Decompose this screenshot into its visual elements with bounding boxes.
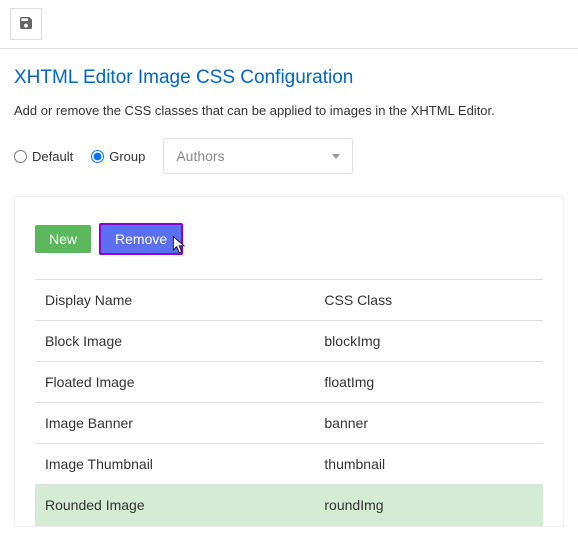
radio-group-input[interactable] — [91, 150, 104, 163]
cell-css-class: banner — [314, 403, 543, 444]
radio-group-label: Group — [109, 149, 145, 164]
cell-display-name: Rounded Image — [35, 485, 314, 526]
table-row[interactable]: Image Thumbnailthumbnail — [35, 444, 543, 485]
new-button[interactable]: New — [35, 225, 91, 253]
cell-display-name: Floated Image — [35, 362, 314, 403]
cell-css-class: roundImg — [314, 485, 543, 526]
table-row[interactable]: Floated ImagefloatImg — [35, 362, 543, 403]
radio-default-input[interactable] — [14, 150, 27, 163]
group-select-value: Authors — [176, 148, 224, 164]
toolbar — [0, 0, 578, 49]
remove-button[interactable]: Remove — [99, 223, 183, 255]
table-header-row: Display Name CSS Class — [35, 280, 543, 321]
page-title: XHTML Editor Image CSS Configuration — [14, 67, 564, 89]
scope-row: Default Group Authors — [14, 138, 564, 174]
content-area: XHTML Editor Image CSS Configuration Add… — [0, 49, 578, 174]
cell-display-name: Block Image — [35, 321, 314, 362]
cell-display-name: Image Thumbnail — [35, 444, 314, 485]
page-description: Add or remove the CSS classes that can b… — [14, 103, 564, 118]
save-button[interactable] — [10, 8, 42, 40]
table-row[interactable]: Block ImageblockImg — [35, 321, 543, 362]
col-display-name: Display Name — [35, 280, 314, 321]
cell-display-name: Image Banner — [35, 403, 314, 444]
table-row[interactable]: Rounded ImageroundImg — [35, 485, 543, 526]
col-css-class: CSS Class — [314, 280, 543, 321]
action-buttons: New Remove — [35, 223, 543, 255]
group-select[interactable]: Authors — [163, 138, 353, 174]
radio-group[interactable]: Group — [91, 149, 145, 164]
cell-css-class: floatImg — [314, 362, 543, 403]
table-panel: New Remove Display Name CSS Class Block … — [14, 196, 564, 527]
save-icon — [18, 15, 34, 34]
radio-default[interactable]: Default — [14, 149, 73, 164]
cell-css-class: blockImg — [314, 321, 543, 362]
radio-default-label: Default — [32, 149, 73, 164]
cell-css-class: thumbnail — [314, 444, 543, 485]
chevron-down-icon — [332, 154, 340, 159]
cursor-icon — [171, 235, 189, 258]
table-row[interactable]: Image Bannerbanner — [35, 403, 543, 444]
css-table: Display Name CSS Class Block ImageblockI… — [35, 279, 543, 526]
